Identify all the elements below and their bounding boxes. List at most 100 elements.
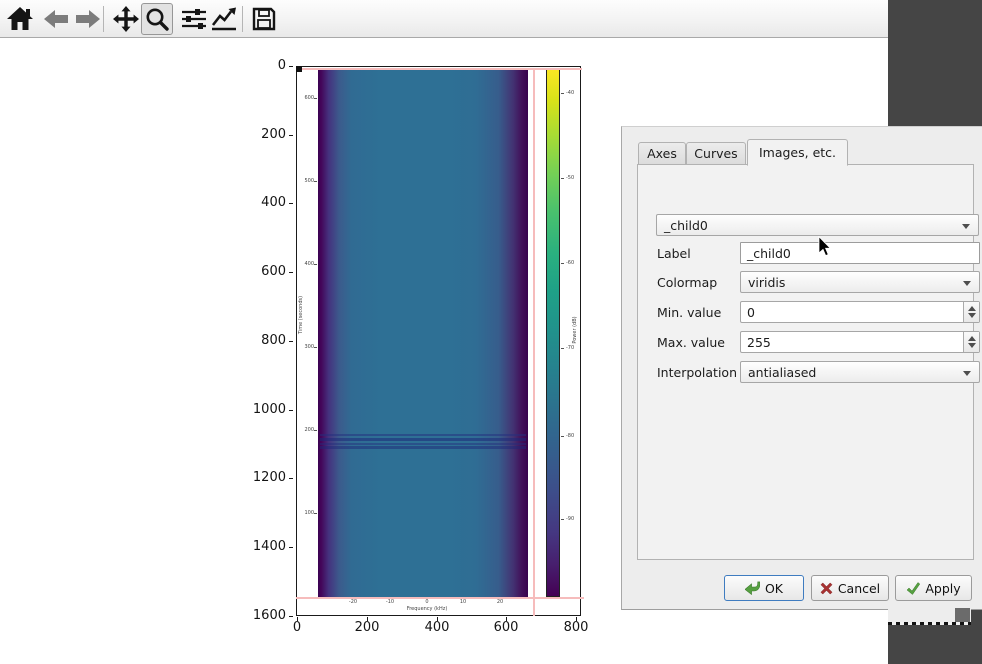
rubberband-top-line xyxy=(296,68,582,70)
y-tick xyxy=(289,547,293,548)
inner-y-tick xyxy=(314,430,317,431)
y-tick-label: 400 xyxy=(238,195,286,210)
mouse-cursor xyxy=(818,236,832,261)
colorbar-tick xyxy=(561,178,564,179)
inner-x-tick-label: 20 xyxy=(490,599,510,605)
y-tick-label: 1200 xyxy=(238,470,286,485)
apply-icon xyxy=(906,582,920,595)
interpolation-combobox[interactable]: antialiased xyxy=(740,361,980,383)
home-button[interactable] xyxy=(4,3,36,35)
inner-y-tick xyxy=(314,347,317,348)
zoom-button[interactable] xyxy=(141,3,173,35)
tab-axes-label: Axes xyxy=(647,146,677,161)
spectrogram-image xyxy=(318,68,528,597)
colorbar-tick xyxy=(561,436,564,437)
colorbar-tick-label: -60 xyxy=(566,260,574,266)
selection-dashed-border xyxy=(888,622,971,625)
colorbar xyxy=(546,68,560,597)
inner-y-tick-label: 100 xyxy=(296,510,314,516)
save-button[interactable] xyxy=(248,3,280,35)
back-button[interactable] xyxy=(40,3,72,35)
toolbar-separator xyxy=(242,6,243,32)
colormap-combobox[interactable]: viridis xyxy=(740,271,980,293)
apply-button[interactable]: Apply xyxy=(895,575,972,601)
apply-button-label: Apply xyxy=(925,581,960,596)
y-tick-label: 800 xyxy=(238,333,286,348)
spin-down-icon xyxy=(968,343,976,348)
spinner-buttons[interactable] xyxy=(963,332,979,352)
ok-button-label: OK xyxy=(765,581,783,596)
tab-images-label: Images, etc. xyxy=(759,145,836,160)
min-value: 0 xyxy=(747,305,755,320)
spinner-buttons[interactable] xyxy=(963,302,979,322)
interpolation-field-label: Interpolation xyxy=(657,365,737,380)
rubberband-bottom-line xyxy=(296,597,584,599)
inner-y-tick-label: 600 xyxy=(296,95,314,101)
configure-subplots-button[interactable] xyxy=(178,3,210,35)
y-tick xyxy=(289,478,293,479)
inner-y-tick-label: 300 xyxy=(296,344,314,350)
home-icon xyxy=(7,7,33,31)
spin-down-icon xyxy=(968,313,976,318)
save-icon xyxy=(252,7,276,31)
colorbar-tick-label: -50 xyxy=(566,175,574,181)
zoom-icon xyxy=(145,7,169,31)
colorbar-tick xyxy=(561,348,564,349)
inner-y-tick xyxy=(314,181,317,182)
images-tab-pane: _child0 Label _child0 Colormap viridis M… xyxy=(637,164,974,560)
y-tick xyxy=(289,410,293,411)
colormap-field-label: Colormap xyxy=(657,275,717,290)
tab-axes[interactable]: Axes xyxy=(638,142,686,165)
inner-x-tick-label: -20 xyxy=(343,599,363,605)
label-input[interactable]: _child0 xyxy=(740,242,980,264)
x-tick-label: 400 xyxy=(415,620,459,635)
y-tick xyxy=(289,272,293,273)
colorbar-tick xyxy=(561,519,564,520)
spectrogram-stripe xyxy=(320,446,526,449)
forward-button[interactable] xyxy=(72,3,104,35)
subplots-icon xyxy=(182,7,206,31)
y-tick xyxy=(289,135,293,136)
colorbar-tick-label: -90 xyxy=(566,516,574,522)
image-selector-combobox[interactable]: _child0 xyxy=(656,214,979,236)
resize-grip[interactable] xyxy=(955,608,970,622)
inner-y-tick xyxy=(314,98,317,99)
colormap-value: viridis xyxy=(748,275,785,290)
interpolation-value: antialiased xyxy=(748,365,816,380)
navigation-toolbar xyxy=(0,0,888,38)
inner-y-tick xyxy=(314,513,317,514)
figure-options-dialog: Axes Curves Images, etc. _child0 Label _… xyxy=(621,126,982,610)
customize-icon xyxy=(211,7,237,31)
y-tick xyxy=(289,341,293,342)
y-tick-label: 1000 xyxy=(238,402,286,417)
image-selector-value: _child0 xyxy=(664,218,708,233)
y-tick xyxy=(289,66,293,67)
cursor-arrow-icon xyxy=(818,236,832,257)
chevron-down-icon xyxy=(963,371,971,376)
colorbar-title: Power (dB) xyxy=(572,316,578,343)
y-tick-label: 0 xyxy=(238,58,286,73)
y-tick-label: 600 xyxy=(238,264,286,279)
customize-button[interactable] xyxy=(208,3,240,35)
cancel-icon xyxy=(820,582,833,595)
rubberband-vertical-line xyxy=(533,68,535,616)
spectrogram-stripe xyxy=(320,434,526,436)
colorbar-tick-label: -80 xyxy=(566,433,574,439)
chevron-down-icon xyxy=(963,281,971,286)
y-tick-label: 1400 xyxy=(238,539,286,554)
min-value-field-label: Min. value xyxy=(657,305,721,320)
back-icon xyxy=(44,9,68,29)
tab-images[interactable]: Images, etc. xyxy=(747,139,848,166)
cancel-button[interactable]: Cancel xyxy=(811,575,889,601)
ok-button[interactable]: OK xyxy=(724,575,804,601)
colorbar-tick xyxy=(561,263,564,264)
x-tick-label: 0 xyxy=(275,620,319,635)
inner-x-axis-title: Frequency (kHz) xyxy=(399,606,455,612)
x-tick-label: 600 xyxy=(484,620,528,635)
inner-y-tick xyxy=(314,264,317,265)
pan-button[interactable] xyxy=(110,3,142,35)
tab-curves[interactable]: Curves xyxy=(686,142,746,165)
min-value-spinbox[interactable]: 0 xyxy=(740,301,980,323)
ok-icon xyxy=(745,581,760,595)
max-value-spinbox[interactable]: 255 xyxy=(740,331,980,353)
